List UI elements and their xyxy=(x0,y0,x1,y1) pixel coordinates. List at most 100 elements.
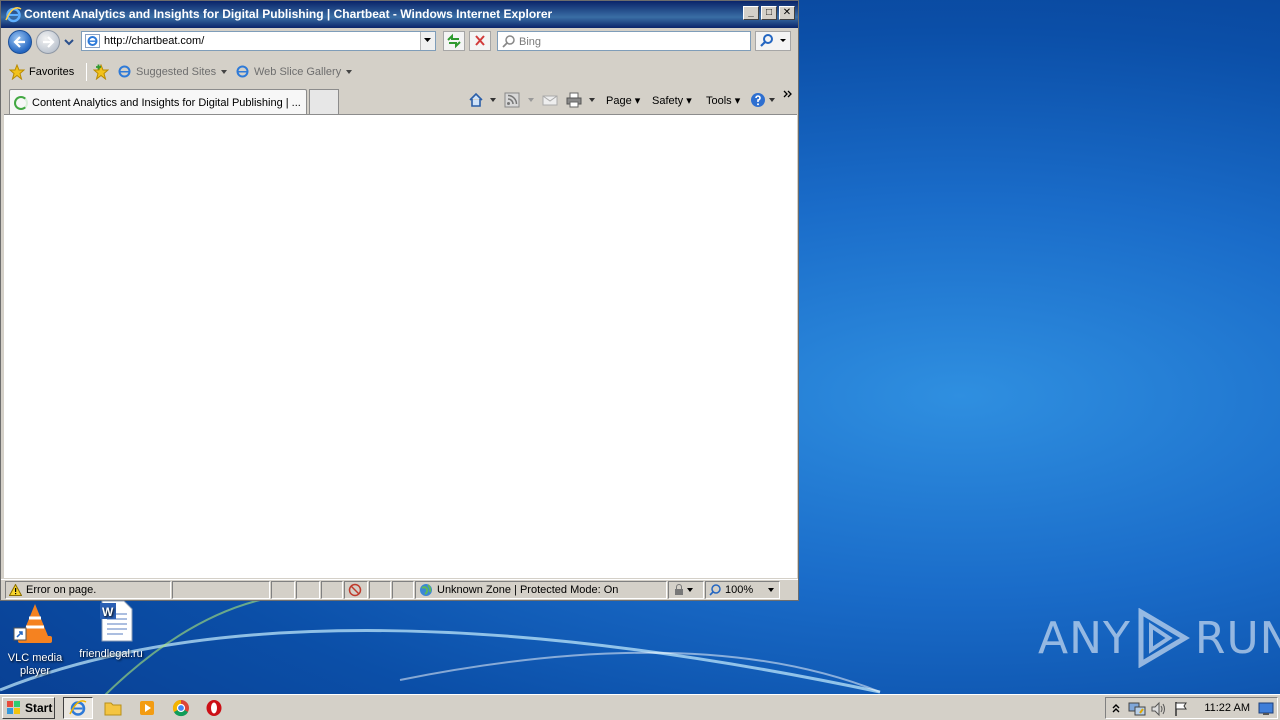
zoom-icon xyxy=(709,584,721,596)
recent-pages-dropdown-icon[interactable] xyxy=(63,36,75,48)
chevron-down-icon xyxy=(424,38,431,42)
minimize-button[interactable]: _ xyxy=(743,6,759,20)
page-content-area[interactable] xyxy=(4,114,797,578)
new-tab-button[interactable] xyxy=(309,89,339,114)
taskbar-file-explorer[interactable] xyxy=(98,697,128,719)
desktop-icon-label: friendlegal.ru xyxy=(79,648,143,660)
refresh-icon xyxy=(447,33,461,49)
stop-button[interactable] xyxy=(469,31,491,51)
tools-menu-label: Tools xyxy=(706,95,732,107)
tools-menu[interactable]: Tools ▾ xyxy=(706,94,740,107)
globe-icon xyxy=(420,584,432,596)
status-message[interactable]: Error on page. xyxy=(5,581,171,599)
chevron-down-icon[interactable] xyxy=(489,97,497,103)
watermark-text-left: ANY xyxy=(1038,612,1131,664)
chevron-down-icon xyxy=(221,69,228,74)
windows-logo-icon xyxy=(7,701,20,714)
security-zone-text: Unknown Zone | Protected Mode: On xyxy=(437,584,619,596)
search-placeholder: Bing xyxy=(519,36,542,48)
arrow-left-icon xyxy=(13,36,25,48)
desktop-icon-friendlegal[interactable]: W friendlegal.ru xyxy=(76,600,146,661)
word-document-icon: W xyxy=(100,600,133,642)
web-slice-gallery-label: Web Slice Gallery xyxy=(254,65,342,78)
safety-menu-label: Safety xyxy=(652,95,684,107)
chevron-double-right-icon[interactable] xyxy=(783,89,793,99)
mail-icon[interactable] xyxy=(542,92,558,108)
file-explorer-icon xyxy=(104,702,122,716)
clock[interactable]: 11:22 AM xyxy=(1204,702,1250,714)
favorites-button[interactable]: Favorites xyxy=(9,64,74,80)
tab-chartbeat[interactable]: Content Analytics and Insights for Digit… xyxy=(9,89,307,114)
search-button[interactable] xyxy=(755,31,791,51)
search-icon xyxy=(760,34,786,47)
status-cell xyxy=(321,581,343,599)
internet-explorer-icon xyxy=(69,700,87,716)
suggested-sites-button[interactable]: Suggested Sites xyxy=(117,64,228,79)
suggested-sites-label: Suggested Sites xyxy=(136,65,217,78)
show-desktop-icon[interactable] xyxy=(1258,701,1274,716)
popup-blocker-cell[interactable] xyxy=(344,581,368,599)
bing-search-icon xyxy=(502,35,515,48)
network-icon[interactable] xyxy=(1128,701,1146,717)
desktop-icon-vlc[interactable]: VLC media player xyxy=(0,602,70,678)
star-icon xyxy=(9,64,25,80)
action-center-flag-icon[interactable] xyxy=(1173,701,1189,717)
desktop-icon-label: VLC media player xyxy=(7,652,63,677)
help-icon[interactable] xyxy=(750,92,766,108)
home-icon[interactable] xyxy=(468,92,484,108)
add-to-favorites-icon[interactable] xyxy=(93,64,109,80)
internet-explorer-icon xyxy=(5,7,22,23)
status-cell xyxy=(369,581,391,599)
close-icon xyxy=(475,35,485,46)
favorites-label: Favorites xyxy=(29,66,75,78)
back-button[interactable] xyxy=(8,30,32,54)
chrome-icon xyxy=(172,699,189,717)
navigation-bar: http://chartbeat.com/ Bing xyxy=(1,28,798,56)
svg-text:W: W xyxy=(102,605,114,619)
refresh-button[interactable] xyxy=(443,31,465,51)
page-menu[interactable]: Page ▾ xyxy=(606,94,640,107)
address-bar[interactable]: http://chartbeat.com/ xyxy=(81,31,436,51)
tab-label: Content Analytics and Insights for Digit… xyxy=(32,97,301,109)
volume-icon[interactable] xyxy=(1150,701,1168,717)
chevron-down-icon[interactable] xyxy=(767,587,775,593)
maximize-button[interactable]: □ xyxy=(761,6,777,20)
browser-window: Content Analytics and Insights for Digit… xyxy=(0,0,799,601)
print-icon[interactable] xyxy=(566,92,582,108)
lock-gear-icon xyxy=(675,584,693,595)
page-e-icon xyxy=(85,34,100,48)
page-e-icon xyxy=(118,65,131,78)
privacy-cell[interactable] xyxy=(668,581,704,599)
progress-cell xyxy=(172,581,270,599)
chevron-down-icon[interactable] xyxy=(527,97,535,103)
title-bar[interactable]: Content Analytics and Insights for Digit… xyxy=(1,1,798,28)
taskbar-chrome[interactable] xyxy=(166,697,196,719)
window-title: Content Analytics and Insights for Digit… xyxy=(24,7,553,21)
address-dropdown-button[interactable] xyxy=(420,32,435,50)
close-button[interactable]: ✕ xyxy=(779,6,795,20)
show-hidden-icons-icon[interactable] xyxy=(1111,702,1121,714)
status-cell xyxy=(392,581,414,599)
media-player-icon xyxy=(140,701,154,715)
forward-button[interactable] xyxy=(36,30,60,54)
system-tray: 11:22 AM xyxy=(1105,697,1278,719)
taskbar: Start 11:22 AM xyxy=(0,694,1280,720)
safety-menu[interactable]: Safety ▾ xyxy=(652,94,692,107)
warning-icon xyxy=(9,584,22,596)
zoom-level: 100% xyxy=(725,584,754,596)
taskbar-media-player[interactable] xyxy=(132,697,162,719)
taskbar-internet-explorer[interactable] xyxy=(63,697,93,719)
favorites-separator xyxy=(86,63,87,81)
start-label: Start xyxy=(25,701,53,715)
anyrun-watermark: ANY RUN xyxy=(1038,608,1280,668)
chevron-down-icon[interactable] xyxy=(768,97,776,103)
web-slice-gallery-button[interactable]: Web Slice Gallery xyxy=(235,64,353,79)
start-button[interactable]: Start xyxy=(2,697,55,719)
feeds-icon[interactable] xyxy=(504,92,520,108)
arrow-right-icon xyxy=(43,36,55,48)
taskbar-opera[interactable] xyxy=(199,697,229,719)
security-zone[interactable]: Unknown Zone | Protected Mode: On xyxy=(415,581,667,599)
search-box[interactable]: Bing xyxy=(497,31,751,51)
chevron-down-icon[interactable] xyxy=(588,97,596,103)
play-triangle-icon xyxy=(1138,608,1190,668)
